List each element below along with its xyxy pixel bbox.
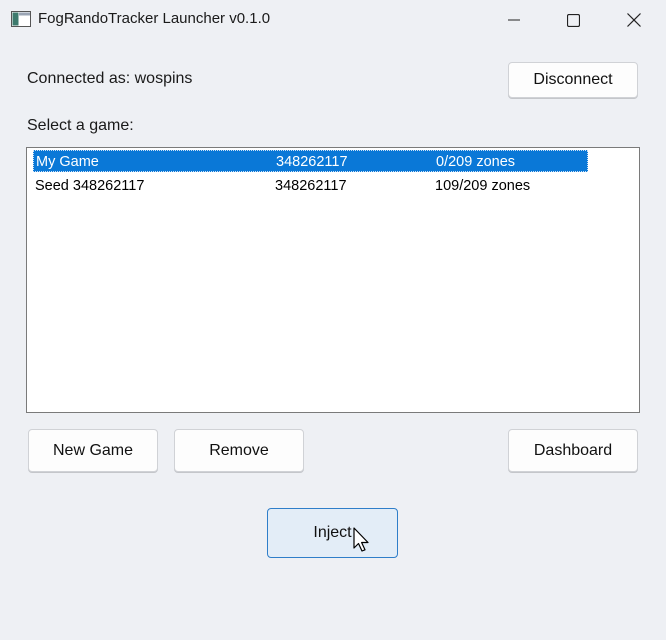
game-zones: 0/209 zones <box>436 154 516 170</box>
inject-button[interactable]: Inject <box>267 508 398 558</box>
mouse-cursor-icon <box>351 527 371 557</box>
list-item[interactable]: My Game 348262117 0/209 zones <box>33 150 588 172</box>
app-icon <box>11 11 31 27</box>
remove-button[interactable]: Remove <box>174 429 304 472</box>
window-title: FogRandoTracker Launcher v0.1.0 <box>38 10 271 27</box>
title-bar[interactable]: FogRandoTracker Launcher v0.1.0 <box>0 0 666 40</box>
game-name: Seed 348262117 <box>35 178 145 194</box>
game-seed: 348262117 <box>276 154 348 170</box>
game-name: My Game <box>36 154 99 170</box>
game-seed: 348262117 <box>275 178 347 194</box>
select-game-label: Select a game: <box>27 117 134 134</box>
maximize-icon <box>566 13 580 27</box>
minimize-button[interactable] <box>484 0 544 40</box>
minimize-icon <box>508 14 520 26</box>
close-button[interactable] <box>604 0 664 40</box>
game-zones: 109/209 zones <box>435 178 531 194</box>
launcher-window: FogRandoTracker Launcher v0.1.0 Connecte… <box>0 0 666 640</box>
new-game-button[interactable]: New Game <box>28 429 158 472</box>
connection-status: Connected as: wospins <box>27 70 193 87</box>
dashboard-button[interactable]: Dashboard <box>508 429 638 472</box>
maximize-button[interactable] <box>543 0 603 40</box>
game-list[interactable]: My Game 348262117 0/209 zones Seed 34826… <box>26 147 640 413</box>
disconnect-button[interactable]: Disconnect <box>508 62 638 98</box>
close-icon <box>627 13 641 27</box>
list-item[interactable]: Seed 348262117 348262117 109/209 zones <box>33 175 588 197</box>
